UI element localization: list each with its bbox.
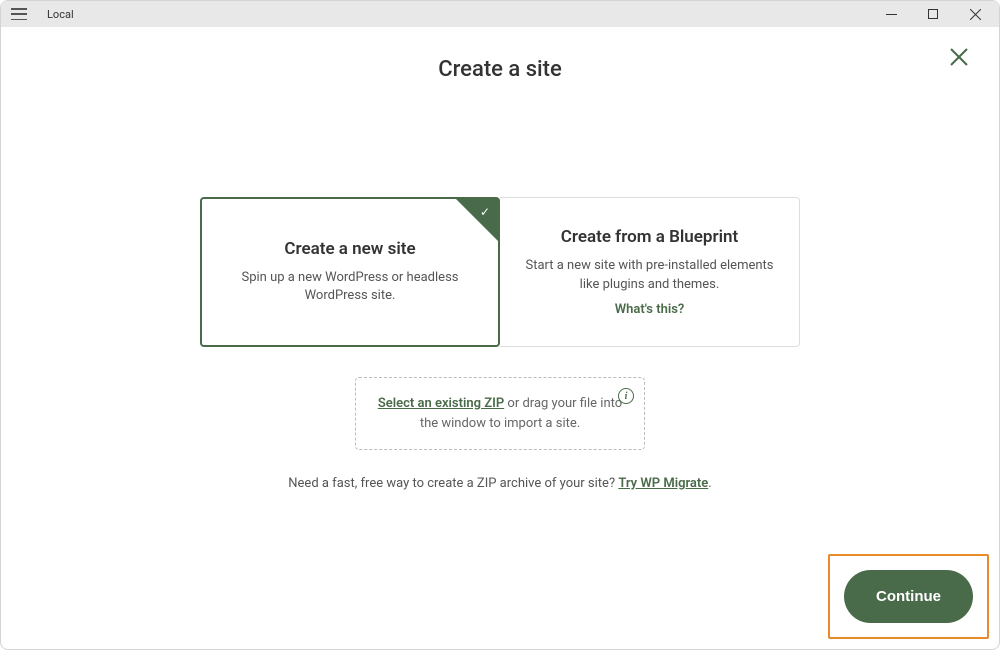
maximize-button[interactable] [921, 4, 945, 24]
option-title: Create from a Blueprint [561, 227, 738, 247]
option-create-from-blueprint[interactable]: Create from a Blueprint Start a new site… [500, 197, 800, 347]
menu-icon[interactable] [11, 8, 27, 20]
footer-period: . [708, 476, 711, 491]
option-create-new-site[interactable]: ✓ Create a new site Spin up a new WordPr… [200, 197, 500, 347]
option-desc: Spin up a new WordPress or headless Word… [226, 269, 474, 305]
footer-prefix: Need a fast, free way to create a ZIP ar… [288, 476, 618, 491]
info-icon[interactable]: i [618, 388, 634, 404]
option-cards-row: ✓ Create a new site Spin up a new WordPr… [1, 197, 999, 347]
check-icon: ✓ [480, 205, 490, 219]
whats-this-link[interactable]: What's this? [615, 302, 685, 317]
minimize-button[interactable] [879, 4, 903, 24]
app-title: Local [47, 8, 74, 21]
wp-migrate-link[interactable]: Try WP Migrate [618, 476, 708, 491]
option-desc: Start a new site with pre-installed elem… [524, 257, 775, 293]
app-window: Local Create a site ✓ Create a new site … [0, 0, 1000, 650]
import-drop-zone[interactable]: i Select an existing ZIP or drag your fi… [355, 377, 645, 450]
selected-corner [456, 199, 498, 241]
select-zip-link[interactable]: Select an existing ZIP [378, 396, 504, 411]
window-controls [879, 4, 993, 24]
close-icon[interactable] [949, 47, 969, 71]
titlebar-left: Local [7, 8, 74, 21]
content-area: Create a site ✓ Create a new site Spin u… [1, 27, 999, 649]
option-title: Create a new site [284, 239, 415, 259]
titlebar: Local [1, 1, 999, 27]
page-title: Create a site [1, 57, 999, 82]
window-close-button[interactable] [963, 4, 987, 24]
continue-button[interactable]: Continue [844, 570, 973, 623]
footer-text: Need a fast, free way to create a ZIP ar… [1, 476, 999, 491]
continue-highlight: Continue [828, 554, 989, 639]
